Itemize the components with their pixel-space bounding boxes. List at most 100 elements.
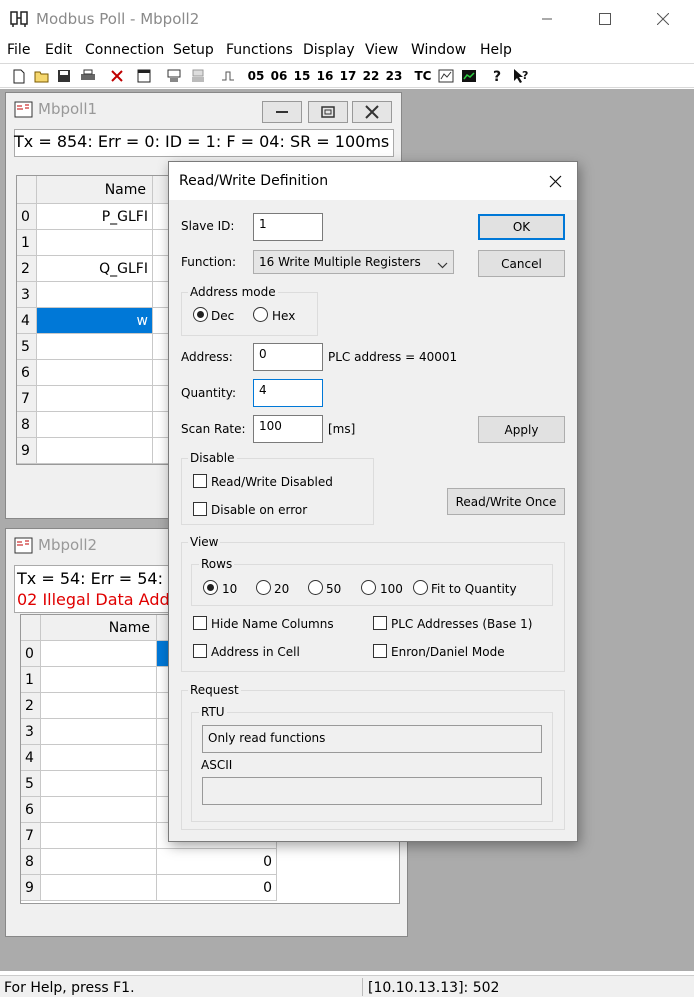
address-label: Address: (181, 350, 233, 364)
name-cell[interactable] (37, 386, 153, 412)
menu-functions[interactable]: Functions (226, 42, 293, 58)
menu-view[interactable]: View (365, 42, 398, 58)
slave-id-input[interactable]: 1 (253, 213, 323, 241)
name-cell[interactable]: Q_GLFI (37, 256, 153, 282)
name-column-header: Name (41, 615, 157, 641)
fc-22-button[interactable]: 22 (361, 66, 381, 86)
window-icon[interactable] (135, 66, 153, 86)
close-button[interactable] (352, 101, 392, 123)
new-file-icon[interactable] (10, 66, 28, 86)
read-write-once-button[interactable]: Read/Write Once (447, 488, 565, 515)
minimize-button[interactable] (262, 101, 302, 123)
address-in-cell-checkbox[interactable] (193, 644, 207, 658)
address-input[interactable]: 0 (253, 343, 323, 371)
row-index: 9 (21, 875, 41, 901)
save-icon[interactable] (55, 66, 73, 86)
name-cell[interactable] (41, 641, 157, 667)
dec-radio[interactable] (193, 307, 208, 322)
name-cell[interactable] (37, 360, 153, 386)
plc-addresses-checkbox[interactable] (373, 616, 387, 630)
hex-radio[interactable] (253, 307, 268, 322)
fc-15-button[interactable]: 15 (292, 66, 312, 86)
value-cell[interactable]: 0 (157, 849, 277, 875)
ok-button[interactable]: OK (478, 214, 565, 240)
quantity-label: Quantity: (181, 386, 237, 400)
name-cell[interactable]: w (37, 308, 153, 334)
slave-id-label: Slave ID: (181, 219, 235, 233)
tc-button[interactable]: TC (412, 66, 434, 86)
apply-button[interactable]: Apply (478, 416, 565, 443)
dialog-titlebar: Read/Write Definition (169, 162, 577, 200)
name-cell[interactable] (41, 797, 157, 823)
help-icon[interactable]: ? (487, 66, 507, 86)
fc-23-button[interactable]: 23 (384, 66, 404, 86)
rows-20-radio[interactable] (256, 580, 271, 595)
value-cell[interactable]: 0 (157, 875, 277, 901)
pulse-icon[interactable] (218, 66, 238, 86)
read-device-icon[interactable] (164, 66, 184, 86)
name-cell[interactable] (41, 719, 157, 745)
row-index: 0 (21, 641, 41, 667)
scan-rate-input[interactable]: 100 (253, 415, 323, 443)
cancel-button[interactable]: Cancel (478, 250, 565, 277)
chart-icon[interactable] (459, 66, 479, 86)
fc-05-button[interactable]: 05 (246, 66, 266, 86)
rows-100-radio[interactable] (361, 580, 376, 595)
context-help-icon[interactable]: ? (510, 66, 532, 86)
menu-connection[interactable]: Connection (85, 42, 164, 58)
name-cell[interactable] (41, 875, 157, 901)
menu-setup[interactable]: Setup (173, 42, 214, 58)
name-cell[interactable]: P_GLFI (37, 204, 153, 230)
disconnect-icon[interactable] (108, 66, 126, 86)
minimize-button[interactable] (518, 0, 576, 38)
name-cell[interactable] (37, 334, 153, 360)
maximize-button[interactable] (576, 0, 634, 38)
menu-file[interactable]: File (7, 42, 30, 58)
menu-help[interactable]: Help (480, 42, 512, 58)
dialog-title: Read/Write Definition (179, 173, 329, 189)
function-select[interactable]: 16 Write Multiple Registers (253, 250, 454, 274)
menu-edit[interactable]: Edit (45, 42, 72, 58)
name-cell[interactable] (41, 849, 157, 875)
menu-window[interactable]: Window (411, 42, 466, 58)
name-cell[interactable] (41, 745, 157, 771)
row-index: 3 (21, 719, 41, 745)
name-cell[interactable] (41, 823, 157, 849)
row-index: 4 (17, 308, 37, 334)
print-icon[interactable] (78, 66, 98, 86)
name-cell[interactable] (41, 667, 157, 693)
dialog-close-icon[interactable] (537, 164, 573, 198)
fc-06-button[interactable]: 06 (269, 66, 289, 86)
traffic-icon[interactable] (436, 66, 456, 86)
name-cell[interactable] (41, 693, 157, 719)
name-cell[interactable] (37, 438, 153, 464)
write-device-icon[interactable] (188, 66, 208, 86)
row-index: 8 (17, 412, 37, 438)
mbpoll1-title: Mbpoll1 (38, 100, 98, 118)
name-cell[interactable] (37, 412, 153, 438)
close-button[interactable] (634, 0, 692, 38)
quantity-input[interactable]: 4 (253, 379, 323, 407)
disable-on-error-checkbox[interactable] (193, 502, 207, 516)
rows-fit-radio[interactable] (413, 580, 428, 595)
menu-display[interactable]: Display (303, 42, 355, 58)
rw-disabled-checkbox[interactable] (193, 474, 207, 488)
enron-daniel-checkbox[interactable] (373, 644, 387, 658)
name-cell[interactable] (37, 230, 153, 256)
mbpoll2-title: Mbpoll2 (38, 536, 98, 554)
hide-name-columns-checkbox[interactable] (193, 616, 207, 630)
fc-16-button[interactable]: 16 (315, 66, 335, 86)
fc-17-button[interactable]: 17 (338, 66, 358, 86)
restore-button[interactable] (308, 101, 348, 123)
name-cell[interactable] (41, 771, 157, 797)
svg-text:?: ? (493, 69, 501, 84)
rows-50-radio[interactable] (308, 580, 323, 595)
row-index: 6 (17, 360, 37, 386)
rows-10-radio[interactable] (203, 580, 218, 595)
mbpoll1-status: Tx = 854: Err = 0: ID = 1: F = 04: SR = … (14, 132, 390, 151)
ascii-label: ASCII (199, 758, 235, 772)
name-cell[interactable] (37, 282, 153, 308)
rows-10-label: 10 (222, 582, 238, 596)
open-folder-icon[interactable] (32, 66, 52, 86)
rtu-field: Only read functions (202, 725, 542, 753)
